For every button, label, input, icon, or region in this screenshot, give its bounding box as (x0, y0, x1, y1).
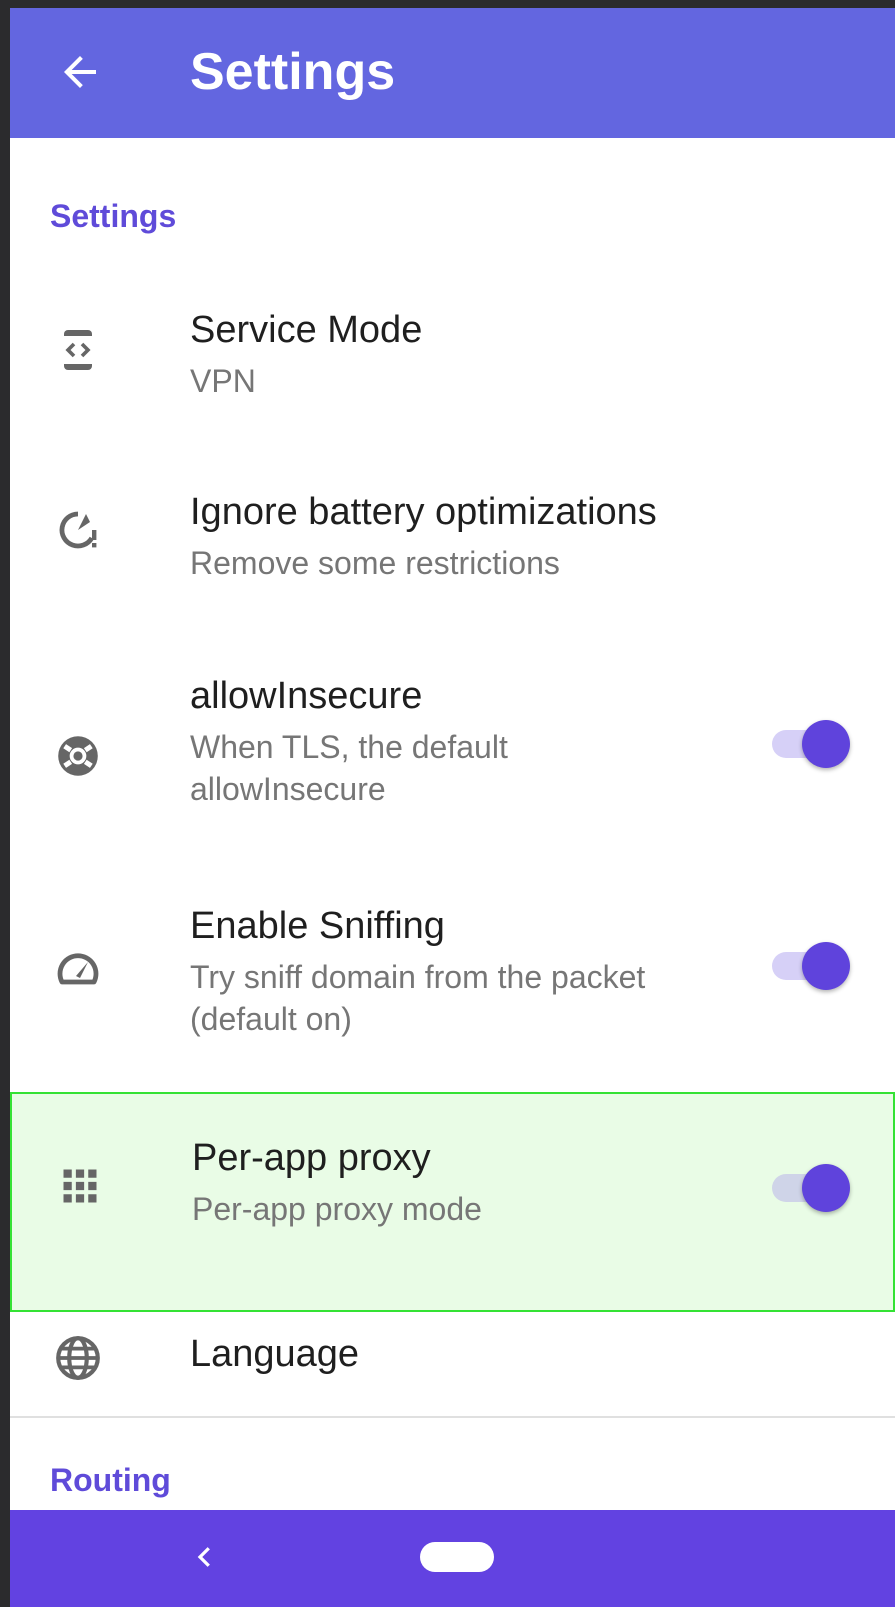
settings-screen: Settings Settings Service Mode VPN Ignor… (10, 8, 895, 1607)
setting-subtitle: VPN (190, 363, 256, 399)
allow-insecure-toggle[interactable] (772, 716, 856, 772)
battery-alert-icon (50, 502, 106, 558)
setting-language[interactable]: Language (10, 1312, 895, 1416)
page-title: Settings (190, 43, 396, 101)
arrow-left-icon (64, 56, 96, 88)
chevron-left-icon (197, 1547, 210, 1567)
setting-title: Service Mode (190, 309, 423, 351)
setting-subtitle: Remove some restrictions (190, 545, 560, 581)
toggle-thumb (802, 942, 850, 990)
enable-sniffing-toggle[interactable] (772, 938, 856, 994)
service-mode-icon (50, 322, 106, 378)
setting-allow-insecure[interactable]: allowInsecure When TLS, the default allo… (10, 658, 895, 848)
section-header-settings: Settings (50, 198, 177, 234)
app-bar: Settings (10, 8, 895, 138)
setting-per-app-proxy[interactable]: Per-app proxy Per-app proxy mode (10, 1092, 895, 1312)
apps-grid-icon (52, 1158, 108, 1214)
setting-ignore-battery[interactable]: Ignore battery optimizations Remove some… (10, 470, 895, 620)
setting-subtitle: Per-app proxy mode (192, 1191, 482, 1227)
toggle-thumb (802, 1164, 850, 1212)
setting-subtitle: When TLS, the default allowInsecure (190, 729, 508, 807)
back-button[interactable] (50, 42, 110, 102)
toggle-thumb (802, 720, 850, 768)
per-app-proxy-toggle[interactable] (772, 1160, 856, 1216)
setting-subtitle: Try sniff domain from the packet (defaul… (190, 959, 646, 1037)
globe-icon (50, 1330, 106, 1386)
section-header-routing: Routing (50, 1462, 171, 1498)
divider (10, 1416, 895, 1418)
speedometer-icon (50, 942, 106, 998)
nav-back-button[interactable] (180, 1532, 230, 1582)
setting-title: Language (190, 1333, 360, 1375)
lifebuoy-icon (50, 728, 106, 784)
setting-service-mode[interactable]: Service Mode VPN (10, 288, 895, 438)
setting-title: Ignore battery optimizations (190, 491, 657, 533)
nav-home-button[interactable] (420, 1542, 494, 1572)
setting-title: Enable Sniffing (190, 905, 445, 947)
setting-enable-sniffing[interactable]: Enable Sniffing Try sniff domain from th… (10, 888, 895, 1068)
system-nav-bar (10, 1510, 895, 1607)
setting-title: allowInsecure (190, 675, 423, 717)
setting-title: Per-app proxy (192, 1137, 431, 1179)
